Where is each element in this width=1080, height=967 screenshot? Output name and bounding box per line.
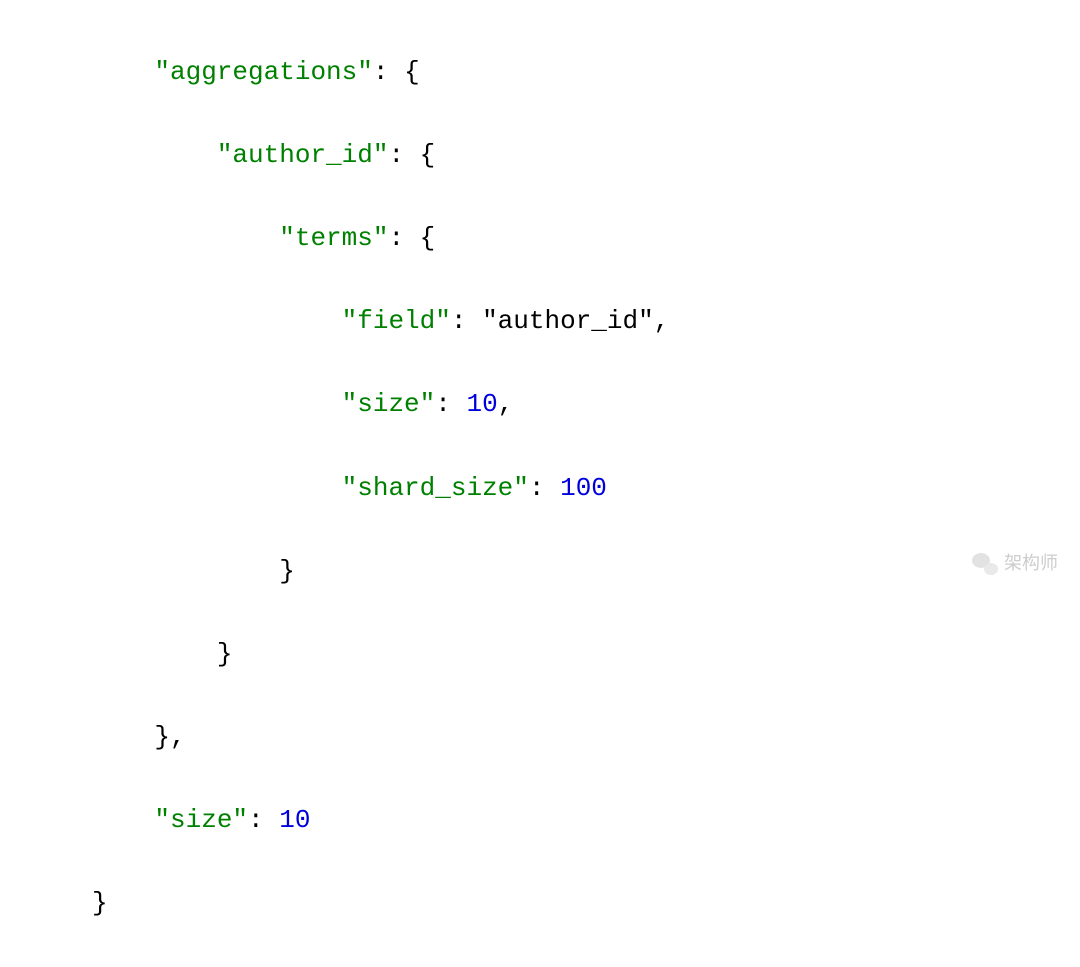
json-key-field: "field" [342, 306, 451, 336]
json-key-terms: "terms" [279, 223, 388, 253]
json-key-aggregations: "aggregations" [154, 57, 372, 87]
json-key-author-id: "author_id" [217, 140, 389, 170]
code-line: "size": 10, [92, 384, 1080, 426]
code-line: } [92, 551, 1080, 593]
watermark-text: 架构师 [1004, 549, 1058, 578]
code-line: "author_id": { [92, 135, 1080, 177]
wechat-icon [972, 553, 998, 575]
wechat-watermark: 架构师 [972, 549, 1058, 578]
code-line: "terms": { [92, 218, 1080, 260]
code-line: } [92, 883, 1080, 925]
json-key-size-outer: "size" [154, 805, 248, 835]
code-line: "field": "author_id", [92, 301, 1080, 343]
json-value-size-outer: 10 [279, 805, 310, 835]
code-line: "aggregations": { [92, 52, 1080, 94]
code-line: "shard_size": 100 [92, 468, 1080, 510]
json-value-shard-size: 100 [560, 473, 607, 503]
json-value-field: "author_id" [482, 306, 654, 336]
code-line: } [92, 634, 1080, 676]
json-key-size-inner: "size" [342, 389, 436, 419]
json-value-size-inner: 10 [466, 389, 497, 419]
json-code-block: "aggregations": { "author_id": { "terms"… [0, 0, 1080, 967]
code-line: }, [92, 717, 1080, 759]
json-key-shard-size: "shard_size" [342, 473, 529, 503]
code-line: "size": 10 [92, 800, 1080, 842]
